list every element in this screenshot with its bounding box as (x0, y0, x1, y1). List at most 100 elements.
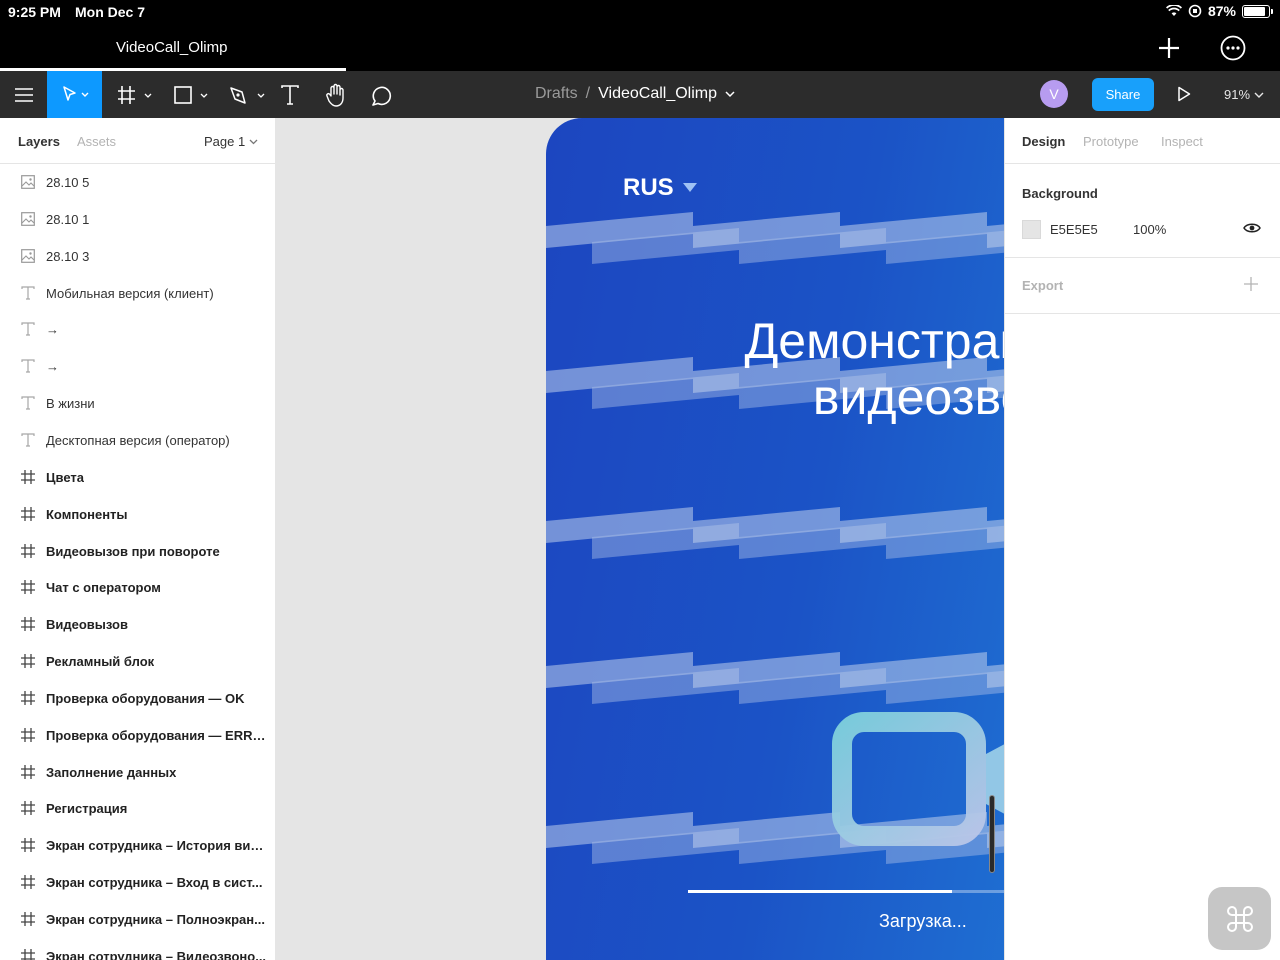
new-tab-button[interactable] (1153, 32, 1185, 64)
loading-progress-fill (688, 890, 952, 893)
frame-icon (20, 469, 36, 485)
status-date: Mon Dec 7 (75, 4, 146, 20)
layer-item[interactable]: → (0, 311, 275, 348)
background-opacity-value[interactable]: 100% (1133, 222, 1166, 237)
layer-item[interactable]: 28.10 3 (0, 238, 275, 275)
figma-ipad-app: 9:25 PM Mon Dec 7 87% VideoCall_Olimp Dr… (0, 0, 1280, 960)
video-camera-icon (832, 712, 1004, 846)
layer-item[interactable]: Видеовызов (0, 606, 275, 643)
layer-item[interactable]: Компоненты (0, 496, 275, 533)
breadcrumb-drafts[interactable]: Drafts (535, 85, 578, 103)
layer-item[interactable]: Проверка оборудования — OK (0, 680, 275, 717)
layer-item[interactable]: Видеовызов при повороте (0, 533, 275, 570)
page-name: Page 1 (204, 134, 246, 149)
tab-inspect[interactable]: Inspect (1161, 134, 1203, 149)
zoom-value: 91% (1224, 87, 1251, 102)
layer-name: Десктопная версия (оператор) (46, 432, 230, 448)
hand-tool-button[interactable] (322, 71, 350, 118)
breadcrumb-separator: / (585, 85, 591, 102)
export-section: Export (1005, 258, 1280, 314)
main-menu-button[interactable] (0, 71, 47, 118)
preview-title-line-2: видеозвон (812, 369, 1004, 425)
pen-tool-button[interactable] (224, 71, 268, 118)
play-icon[interactable] (1177, 86, 1191, 102)
layer-name: 28.10 3 (46, 248, 90, 264)
chevron-down-icon (1254, 92, 1264, 98)
layer-item[interactable]: 28.10 1 (0, 201, 275, 238)
layer-name: Рекламный блок (46, 654, 155, 670)
page-selector[interactable]: Page 1 (204, 134, 258, 149)
mobile-frame-preview[interactable]: RUS Демонстраци видеозвон Загрузка.. (546, 118, 1004, 960)
layer-item[interactable]: Экран сотрудника – Видеозвоно... (0, 938, 275, 960)
layer-name: Мобильная версия (клиент) (46, 285, 214, 301)
layer-item[interactable]: Заполнение данных (0, 754, 275, 791)
file-tab[interactable]: VideoCall_Olimp (0, 24, 346, 71)
frame-icon (20, 653, 36, 669)
pen-icon (230, 86, 265, 104)
layer-item[interactable]: 28.10 5 (0, 164, 275, 201)
file-name-menu[interactable]: VideoCall_Olimp (598, 85, 717, 103)
move-tool-button[interactable] (47, 71, 102, 118)
layer-name: Регистрация (46, 801, 128, 817)
frame-icon (20, 911, 36, 927)
text-icon (20, 358, 36, 374)
zoom-menu[interactable]: 91% (1224, 87, 1264, 102)
layer-item[interactable]: В жизни (0, 385, 275, 422)
frame-icon (20, 616, 36, 632)
layer-item[interactable]: → (0, 348, 275, 385)
layer-name: Проверка оборудования — OK (46, 690, 245, 706)
background-color-swatch[interactable] (1022, 220, 1041, 239)
frame-icon (20, 948, 36, 960)
layer-item[interactable]: Экран сотрудника – История вид... (0, 827, 275, 864)
plus-icon (1159, 38, 1179, 58)
image-icon (20, 248, 36, 264)
cursor-icon (62, 85, 88, 101)
background-section: Background E5E5E5 100% (1005, 164, 1280, 258)
tab-prototype[interactable]: Prototype (1083, 134, 1139, 149)
add-export-icon[interactable] (1244, 277, 1258, 291)
layer-item[interactable]: Рекламный блок (0, 643, 275, 680)
frame-icon (20, 800, 36, 816)
background-color-value[interactable]: E5E5E5 (1050, 222, 1098, 237)
frame-tool-button[interactable] (112, 71, 156, 118)
layer-item[interactable]: Мобильная версия (клиент) (0, 275, 275, 312)
vertical-scrollbar[interactable] (989, 795, 995, 873)
layer-item[interactable]: Цвета (0, 459, 275, 496)
layer-item[interactable]: Экран сотрудника – Вход в сист... (0, 864, 275, 901)
tab-layers[interactable]: Layers (18, 134, 60, 149)
command-key-button[interactable] (1208, 887, 1271, 950)
layer-name: 28.10 1 (46, 211, 90, 227)
layer-item[interactable]: Регистрация (0, 790, 275, 827)
file-tab-title: VideoCall_Olimp (116, 39, 228, 56)
layer-name: Экран сотрудника – История вид... (46, 838, 268, 854)
layer-name: → (46, 322, 59, 338)
share-button[interactable]: Share (1092, 78, 1154, 111)
layer-name: Цвета (46, 469, 84, 485)
more-icon (1220, 35, 1246, 61)
shape-tool-button[interactable] (168, 71, 212, 118)
status-bar: 9:25 PM Mon Dec 7 87% (0, 0, 1280, 24)
layer-name: Компоненты (46, 506, 128, 522)
tab-design[interactable]: Design (1022, 134, 1065, 149)
layer-name: Заполнение данных (46, 764, 177, 780)
frame-icon (20, 764, 36, 780)
text-tool-button[interactable] (276, 71, 304, 118)
image-icon (20, 211, 36, 227)
layer-item[interactable]: Чат с оператором (0, 569, 275, 606)
canvas[interactable]: RUS Демонстраци видеозвон Загрузка.. (276, 118, 1004, 960)
export-title: Export (1022, 278, 1064, 293)
text-icon (20, 395, 36, 411)
battery-icon (1242, 4, 1273, 18)
comment-tool-button[interactable] (368, 71, 396, 118)
more-options-button[interactable] (1217, 32, 1249, 64)
frame-icon (20, 727, 36, 743)
layers-panel: Layers Assets Page 1 28.10 5 28.10 1 28.10… (0, 118, 276, 960)
tab-assets[interactable]: Assets (77, 134, 116, 149)
layer-item[interactable]: Экран сотрудника – Полноэкран... (0, 901, 275, 938)
layer-item[interactable]: Десктопная версия (оператор) (0, 422, 275, 459)
layer-item[interactable]: Проверка оборудования — ERROR (0, 717, 275, 754)
chevron-down-icon[interactable] (725, 90, 735, 98)
image-icon (20, 174, 36, 190)
eye-icon[interactable] (1243, 221, 1261, 235)
avatar[interactable]: V (1040, 80, 1068, 108)
